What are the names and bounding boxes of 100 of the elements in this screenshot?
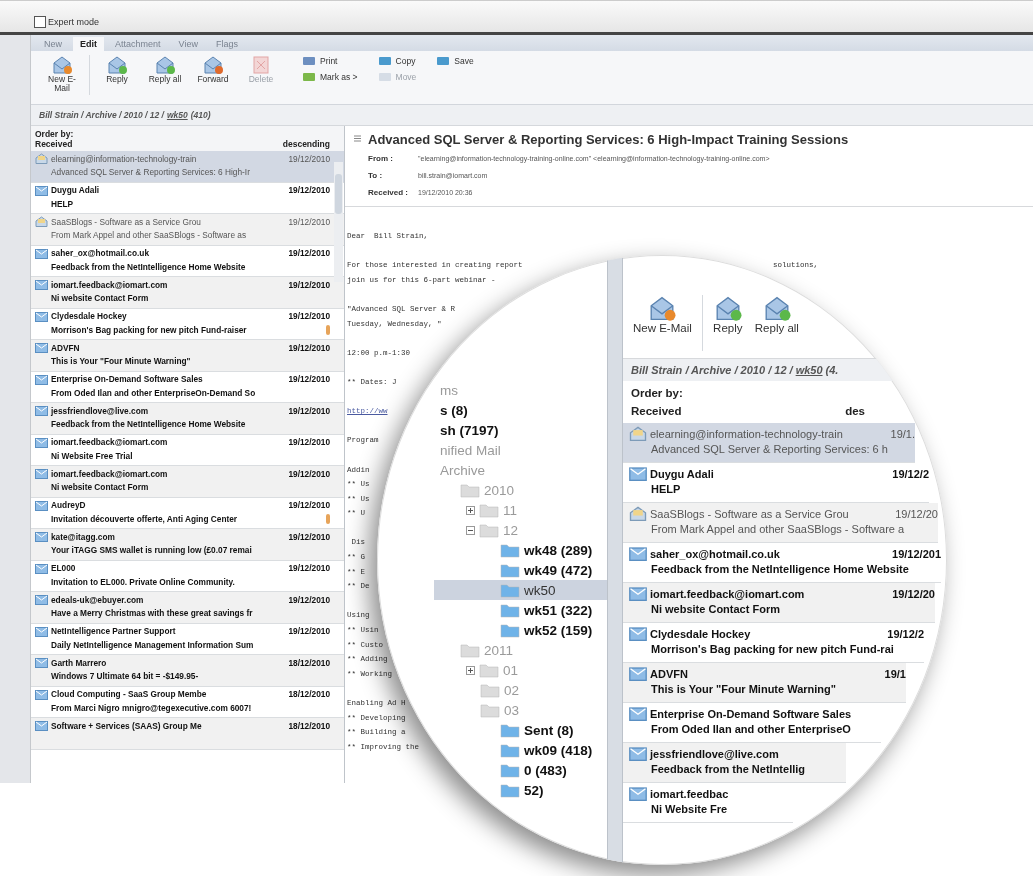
folder-item[interactable]: 0 (483): [434, 760, 607, 780]
open-envelope-icon: [629, 426, 647, 441]
mail-row[interactable]: edeals-uk@ebuyer.com 19/12/2010 Have a Merry Christmas with these great savings fr: [31, 592, 344, 624]
order-label: Order by:: [35, 129, 75, 139]
toolbar-icon: [302, 55, 316, 67]
sort-field[interactable]: Received: [35, 139, 73, 149]
envelope-icon: [35, 688, 48, 700]
envelope-icon: [35, 657, 48, 668]
folder-icon: [500, 562, 520, 578]
folder-item[interactable]: s (8): [434, 400, 607, 420]
mail-row[interactable]: iomart.feedback@iomart.com 19/12/2010 Ni website Contact Form: [31, 277, 344, 309]
mail-row[interactable]: elearning@information-technology-train 19/12/2010 Advanced SQL Server & Reporting Services: 6 High-Ir: [31, 151, 344, 183]
breadcrumb-link[interactable]: wk50: [166, 110, 188, 120]
folder-icon: [480, 682, 500, 698]
order-label: Order by:: [631, 386, 684, 401]
folder-icon: [500, 622, 520, 638]
envelope-icon: [106, 55, 128, 75]
expand-icon[interactable]: [466, 505, 475, 515]
envelope-icon: [35, 405, 48, 416]
envelope-icon: [629, 466, 647, 481]
envelope-icon: [629, 666, 647, 681]
folder-icon: [460, 642, 480, 658]
mail-row[interactable]: ADVFN 19/1 This is Your "Four Minute Warning": [623, 663, 906, 703]
folder-item[interactable]: 52): [434, 780, 607, 800]
envelope-icon: [35, 720, 48, 731]
mail-row[interactable]: iomart.feedback@iomart.com 19/12/20 Ni website Contact Form: [623, 583, 935, 623]
toolbar-icon: [377, 71, 392, 83]
open-envelope-icon: [35, 216, 48, 227]
folder-count: (4.: [825, 364, 839, 376]
sort-field[interactable]: Received: [631, 402, 682, 420]
open-envelope-icon: [629, 506, 647, 521]
envelope-icon: [35, 310, 48, 322]
ribbon-tab[interactable]: Edit: [73, 37, 104, 51]
mail-row[interactable]: ADVFN 19/12/2010 This is Your "Four Minute Warning": [31, 340, 344, 372]
new-email-button[interactable]: New E-Mail: [631, 295, 694, 335]
toolbar-icon: [377, 55, 392, 67]
sort-direction[interactable]: descending: [282, 139, 330, 149]
reply-all-button[interactable]: Reply all: [752, 295, 801, 335]
folder-count: (410): [190, 110, 211, 120]
envelope-icon: [35, 562, 48, 574]
envelope-icon: [629, 546, 647, 561]
copy-button[interactable]: Copy: [377, 55, 417, 67]
folder-icon: [460, 482, 480, 498]
envelope-icon: [35, 499, 48, 511]
folder-icon: [500, 542, 520, 558]
mail-row[interactable]: elearning@information-technology-train 19/1. Advanced SQL Server & Reporting Services: 6 h: [623, 423, 915, 463]
message-subject: Advanced SQL Server & Reporting Services: 6 High-Impact Training Sessions: [368, 132, 849, 147]
header-label: Received :: [368, 187, 410, 199]
print-button[interactable]: Print: [302, 55, 358, 67]
envelope-icon: [35, 531, 48, 542]
forward-button[interactable]: Forward: [192, 55, 234, 85]
folder-item[interactable]: wk09 (418): [434, 740, 607, 760]
open-envelope-icon: [35, 153, 48, 164]
mark-as-button[interactable]: Mark as >: [302, 71, 358, 83]
mail-row[interactable]: jessfriendlove@live.com Feedback from the NetIntellig: [623, 743, 846, 783]
envelope-icon: [35, 436, 48, 448]
folder-icon: [500, 602, 520, 618]
folder-item[interactable]: wk49 (472): [434, 560, 607, 580]
folder-icon: [479, 522, 499, 538]
mail-row[interactable]: iomart.feedback@iomart.com 19/12/2010 Ni website Contact Form: [31, 466, 344, 498]
folder-icon: [500, 582, 520, 598]
reply-button[interactable]: Reply: [96, 55, 138, 85]
folder-icon: [500, 722, 520, 738]
mail-row[interactable]: SaaSBlogs - Software as a Service Grou 19/12/2010 From Mark Appel and other SaaSBlogs - Software as: [31, 214, 344, 246]
folder-item[interactable]: wk50: [434, 580, 607, 600]
collapse-icon[interactable]: [466, 525, 475, 535]
folder-icon: [500, 762, 520, 778]
folder-item[interactable]: wk52 (159): [434, 620, 607, 640]
reply-all-button[interactable]: Reply all: [144, 55, 186, 85]
new-email-button[interactable]: New E-Mail: [41, 55, 83, 94]
envelope-icon: [629, 746, 647, 761]
sort-direction[interactable]: des: [845, 402, 865, 420]
folder-item[interactable]: wk51 (322): [434, 600, 607, 620]
mail-row[interactable]: Software + Services (SAAS) Group Me 18/12/2010: [31, 718, 344, 750]
envelope-icon: [35, 184, 48, 196]
toolbar-icon: [436, 55, 451, 67]
breadcrumb-path: Bill Strain / Archive / 2010 / 12 /: [39, 110, 164, 120]
reply-button[interactable]: Reply: [710, 295, 745, 335]
folder-item[interactable]: wk48 (289): [434, 540, 607, 560]
mail-row[interactable]: Garth Marrero 18/12/2010 Windows 7 Ultimate 64 bit = -$149.95-: [31, 655, 344, 687]
menu-icon[interactable]: [353, 134, 362, 145]
mail-row[interactable]: kate@itagg.com 19/12/2010 Your iTAGG SMS wallet is running low (£0.07 remai: [31, 529, 344, 561]
header-label: To :: [368, 170, 384, 182]
envelope-icon: [35, 468, 48, 479]
envelope-icon: [202, 55, 224, 75]
expert-mode-checkbox[interactable]: Expert mode: [34, 16, 100, 28]
cross-icon: [250, 55, 272, 75]
envelope-icon: [629, 586, 647, 601]
folder-item[interactable]: Sent (8): [434, 720, 607, 740]
envelope-icon: [629, 786, 647, 801]
header-label: From :: [368, 153, 394, 165]
envelope-icon: [35, 625, 48, 637]
scrollbar[interactable]: [334, 162, 343, 282]
mail-row[interactable]: SaaSBlogs - Software as a Service Grou 19/12/20 From Mark Appel and other SaaSBlogs - Software a: [623, 503, 938, 543]
folder-item[interactable]: sh (7197): [434, 420, 607, 440]
breadcrumb-link[interactable]: wk50: [795, 364, 823, 376]
envelope-icon: [51, 55, 73, 75]
expand-icon[interactable]: [466, 665, 475, 675]
mail-row[interactable]: jessfriendlove@live.com 19/12/2010 Feedback from the NetIntelligence Home Website: [31, 403, 344, 435]
save-button[interactable]: Save: [436, 55, 474, 67]
